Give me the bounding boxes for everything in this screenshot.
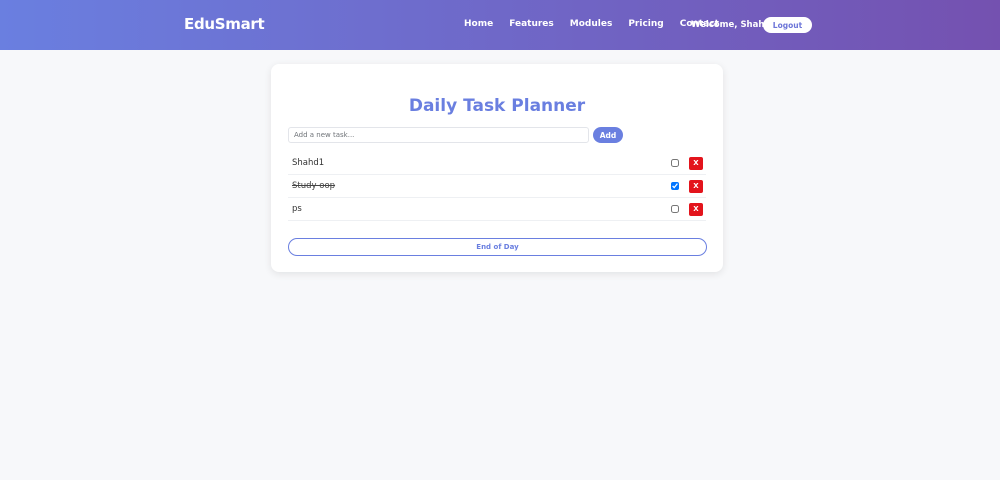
nav-link-pricing[interactable]: Pricing	[628, 19, 663, 29]
task-list: Shahd1 X Study oop X ps X	[288, 152, 706, 221]
task-complete-checkbox[interactable]	[671, 205, 679, 213]
task-text: ps	[292, 204, 302, 214]
task-row: ps X	[288, 198, 706, 221]
task-row: Study oop X	[288, 175, 706, 198]
welcome-text: Welcome, Shahd	[691, 20, 771, 30]
logout-button[interactable]: Logout	[763, 17, 812, 33]
delete-task-button[interactable]: X	[689, 157, 703, 170]
navbar: EduSmart Home Features Modules Pricing C…	[0, 0, 1000, 50]
task-text: Study oop	[292, 181, 336, 191]
nav-link-home[interactable]: Home	[464, 19, 493, 29]
nav-link-modules[interactable]: Modules	[570, 19, 613, 29]
nav-link-features[interactable]: Features	[509, 19, 554, 29]
add-task-button[interactable]: Add	[593, 127, 623, 143]
brand-logo[interactable]: EduSmart	[184, 15, 265, 33]
delete-task-button[interactable]: X	[689, 180, 703, 193]
end-of-day-button[interactable]: End of Day	[288, 238, 707, 256]
page-title: Daily Task Planner	[408, 96, 586, 116]
task-complete-checkbox[interactable]	[671, 159, 679, 167]
task-text: Shahd1	[292, 158, 325, 168]
task-row: Shahd1 X	[288, 152, 706, 175]
delete-task-button[interactable]: X	[689, 203, 703, 216]
task-complete-checkbox[interactable]	[671, 182, 679, 190]
new-task-input[interactable]	[288, 127, 589, 143]
task-planner-card: Daily Task Planner Add Shahd1 X Study oo…	[271, 64, 723, 272]
